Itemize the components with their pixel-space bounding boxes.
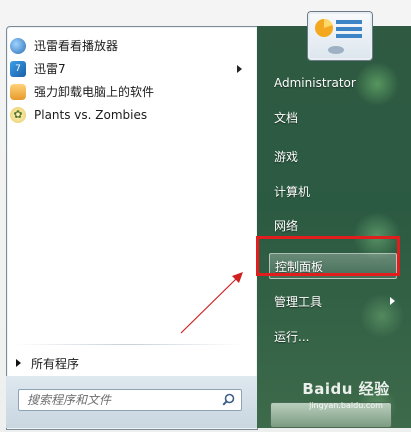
user-name-item[interactable]: Administrator xyxy=(269,72,407,94)
menu-item-label: 运行... xyxy=(274,329,310,344)
program-item-plants-vs-zombies[interactable]: ✿ Plants vs. Zombies xyxy=(10,103,250,126)
separator xyxy=(14,344,242,345)
search-icon[interactable] xyxy=(222,393,235,406)
all-programs-label: 所有程序 xyxy=(31,356,80,371)
menu-item-label: 计算机 xyxy=(274,184,311,199)
baidu-logo: Baidu 经验 xyxy=(302,380,390,398)
program-label: 强力卸载电脑上的软件 xyxy=(34,85,155,99)
menu-item-label: 网络 xyxy=(274,218,299,233)
plants-vs-zombies-icon: ✿ xyxy=(10,106,26,123)
submenu-arrow-icon[interactable] xyxy=(237,64,242,73)
start-menu: 迅雷看看播放器 7 迅雷7 强力卸载电脑上的软件 ✿ Plants vs. Zo… xyxy=(0,12,411,432)
program-label: 迅雷7 xyxy=(34,62,66,76)
menu-item-label: 游戏 xyxy=(274,149,299,164)
program-item-uninstall[interactable]: 强力卸载电脑上的软件 xyxy=(10,80,250,103)
annotation-highlight-box xyxy=(256,236,400,276)
program-label: 迅雷看看播放器 xyxy=(34,39,119,53)
menu-item-documents[interactable]: 文档 xyxy=(269,106,407,128)
xunlei-player-icon xyxy=(10,37,26,54)
all-programs-button[interactable]: 所有程序 xyxy=(16,352,240,374)
user-picture-icon xyxy=(315,18,362,54)
menu-item-run[interactable]: 运行... xyxy=(269,325,407,347)
program-label: Plants vs. Zombies xyxy=(34,107,148,122)
user-picture[interactable] xyxy=(308,12,372,60)
menu-item-label: 管理工具 xyxy=(274,294,323,309)
baidu-watermark: Baidu 经验 jingyan.baidu.com xyxy=(286,378,406,430)
triangle-right-icon xyxy=(16,359,21,367)
uninstall-icon xyxy=(10,83,26,100)
menu-item-games[interactable]: 游戏 xyxy=(269,145,407,167)
program-item-xunlei-player[interactable]: 迅雷看看播放器 xyxy=(10,34,250,57)
recent-programs-list: 迅雷看看播放器 7 迅雷7 强力卸载电脑上的软件 ✿ Plants vs. Zo… xyxy=(10,34,250,126)
menu-item-admin-tools[interactable]: 管理工具 xyxy=(269,290,407,312)
menu-item-computer[interactable]: 计算机 xyxy=(269,180,407,202)
program-item-xunlei[interactable]: 7 迅雷7 xyxy=(10,57,250,80)
menu-item-label: 文档 xyxy=(274,110,299,125)
search-input[interactable] xyxy=(19,392,219,408)
xunlei-icon: 7 xyxy=(10,60,26,77)
submenu-arrow-icon[interactable] xyxy=(390,297,395,305)
search-box[interactable] xyxy=(18,389,242,411)
menu-item-network[interactable]: 网络 xyxy=(269,214,407,236)
user-name-label: Administrator xyxy=(274,76,356,90)
watermark-url: jingyan.baidu.com xyxy=(309,401,383,410)
